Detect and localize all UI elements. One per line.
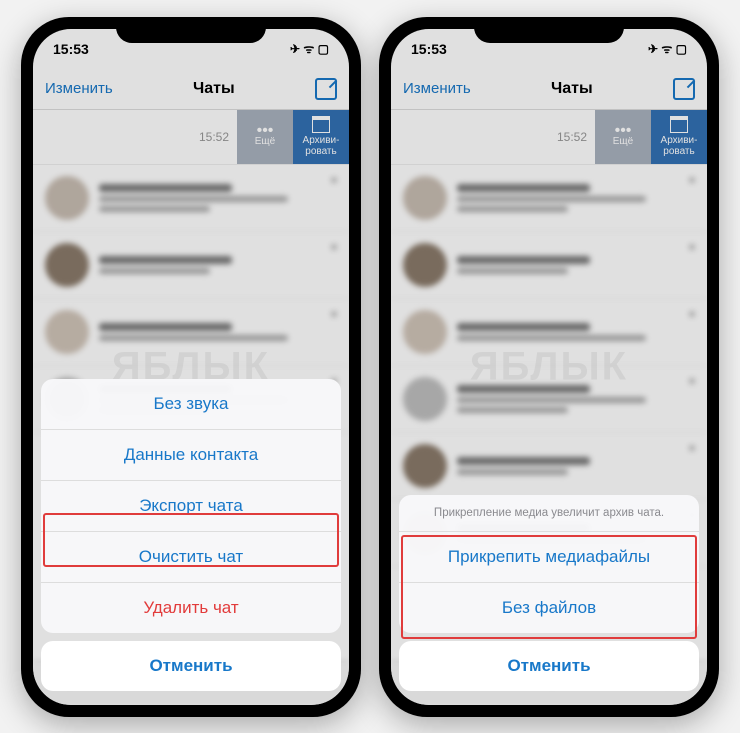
sheet-item-contact-info[interactable]: Данные контакта [41, 430, 341, 481]
action-sheet-overlay: Прикрепление медиа увеличит архив чата. … [391, 29, 707, 705]
sheet-header: Прикрепление медиа увеличит архив чата. [399, 495, 699, 532]
sheet-item-delete-chat[interactable]: Удалить чат [41, 583, 341, 633]
sheet-item-mute[interactable]: Без звука [41, 379, 341, 430]
sheet-cancel-button[interactable]: Отменить [399, 641, 699, 691]
sheet-item-without-media[interactable]: Без файлов [399, 583, 699, 633]
notch [474, 17, 624, 43]
action-sheet-overlay: Без звука Данные контакта Экспорт чата О… [33, 29, 349, 705]
sheet-cancel-button[interactable]: Отменить [41, 641, 341, 691]
sheet-item-export-chat[interactable]: Экспорт чата [41, 481, 341, 532]
phone-right: 15:53 ✈ ᯤ ▢ Изменить Чаты 15:52 ••• Ещё … [379, 17, 719, 717]
sheet-item-attach-media[interactable]: Прикрепить медиафайлы [399, 532, 699, 583]
sheet-item-clear-chat[interactable]: Очистить чат [41, 532, 341, 583]
action-sheet: Прикрепление медиа увеличит архив чата. … [399, 495, 699, 633]
phone-left: 15:53 ✈ ᯤ ▢ Изменить Чаты 15:52 ••• Ещё … [21, 17, 361, 717]
action-sheet: Без звука Данные контакта Экспорт чата О… [41, 379, 341, 633]
notch [116, 17, 266, 43]
